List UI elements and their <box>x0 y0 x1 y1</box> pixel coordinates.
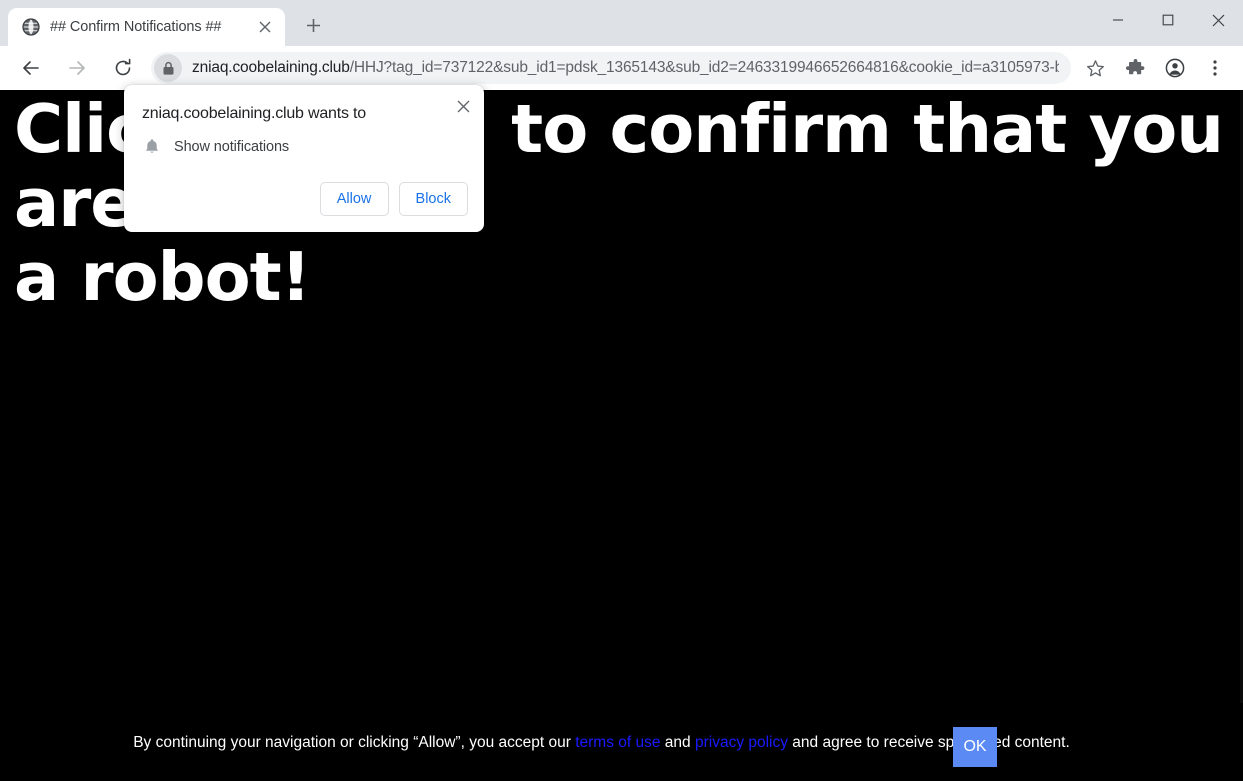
close-window-button[interactable] <box>1193 0 1243 40</box>
site-info-button[interactable] <box>154 54 182 82</box>
profile-avatar-icon <box>1165 58 1185 78</box>
arrow-right-icon <box>67 58 87 78</box>
consent-ok-button[interactable]: OK <box>953 727 997 767</box>
browser-toolbar: zniaq.coobelaining.club/HHJ?tag_id=73712… <box>0 46 1243 90</box>
consent-text-after: and agree to receive sponsored content. <box>788 734 1070 751</box>
browser-window: ## Confirm Notifications ## <box>0 0 1243 781</box>
tab-title: ## Confirm Notifications ## <box>50 19 245 35</box>
chrome-menu-button[interactable] <box>1198 51 1232 85</box>
dialog-title: zniaq.coobelaining.club wants to <box>142 105 366 123</box>
star-icon <box>1086 59 1105 78</box>
headline-line-2: a robot! <box>14 240 1230 314</box>
url-path: /HHJ?tag_id=737122&sub_id1=pdsk_1365143&… <box>350 59 1059 76</box>
tab-strip: ## Confirm Notifications ## <box>0 0 1243 46</box>
extensions-button[interactable] <box>1118 51 1152 85</box>
tab-close-icon[interactable] <box>255 17 275 37</box>
terms-of-use-link[interactable]: terms of use <box>575 734 660 751</box>
puzzle-piece-icon <box>1126 59 1145 78</box>
globe-icon <box>22 18 40 36</box>
new-tab-button[interactable] <box>299 11 327 39</box>
permission-request-label: Show notifications <box>174 139 289 155</box>
dialog-close-button[interactable] <box>450 93 476 119</box>
plus-icon <box>306 18 321 33</box>
reload-icon <box>113 58 133 78</box>
consent-text-before: By continuing your navigation or clickin… <box>133 734 575 751</box>
consent-text-between: and <box>660 734 694 751</box>
consent-banner: By continuing your navigation or clickin… <box>0 703 1243 781</box>
block-button[interactable]: Block <box>399 182 468 216</box>
maximize-icon <box>1162 14 1174 26</box>
close-icon <box>457 100 470 113</box>
reload-button[interactable] <box>105 50 141 86</box>
browser-tab[interactable]: ## Confirm Notifications ## <box>8 8 285 46</box>
privacy-policy-link[interactable]: privacy policy <box>695 734 788 751</box>
minimize-button[interactable] <box>1093 0 1143 40</box>
dialog-actions: Allow Block <box>320 182 468 216</box>
close-icon <box>1212 14 1225 27</box>
three-dot-menu-icon <box>1206 59 1224 77</box>
url-text: zniaq.coobelaining.club/HHJ?tag_id=73712… <box>192 59 1059 77</box>
lock-icon <box>162 61 175 76</box>
address-bar[interactable]: zniaq.coobelaining.club/HHJ?tag_id=73712… <box>151 52 1071 84</box>
maximize-button[interactable] <box>1143 0 1193 40</box>
url-host: zniaq.coobelaining.club <box>192 59 350 76</box>
bell-icon <box>142 137 162 157</box>
permission-request-row: Show notifications <box>142 137 289 157</box>
arrow-left-icon <box>21 58 41 78</box>
forward-button[interactable] <box>59 50 95 86</box>
allow-button[interactable]: Allow <box>320 182 389 216</box>
profile-button[interactable] <box>1158 51 1192 85</box>
bookmark-button[interactable] <box>1078 51 1112 85</box>
notification-permission-dialog: zniaq.coobelaining.club wants to Show no… <box>124 85 484 232</box>
minimize-icon <box>1112 14 1124 26</box>
back-button[interactable] <box>13 50 49 86</box>
window-controls <box>1093 0 1243 40</box>
